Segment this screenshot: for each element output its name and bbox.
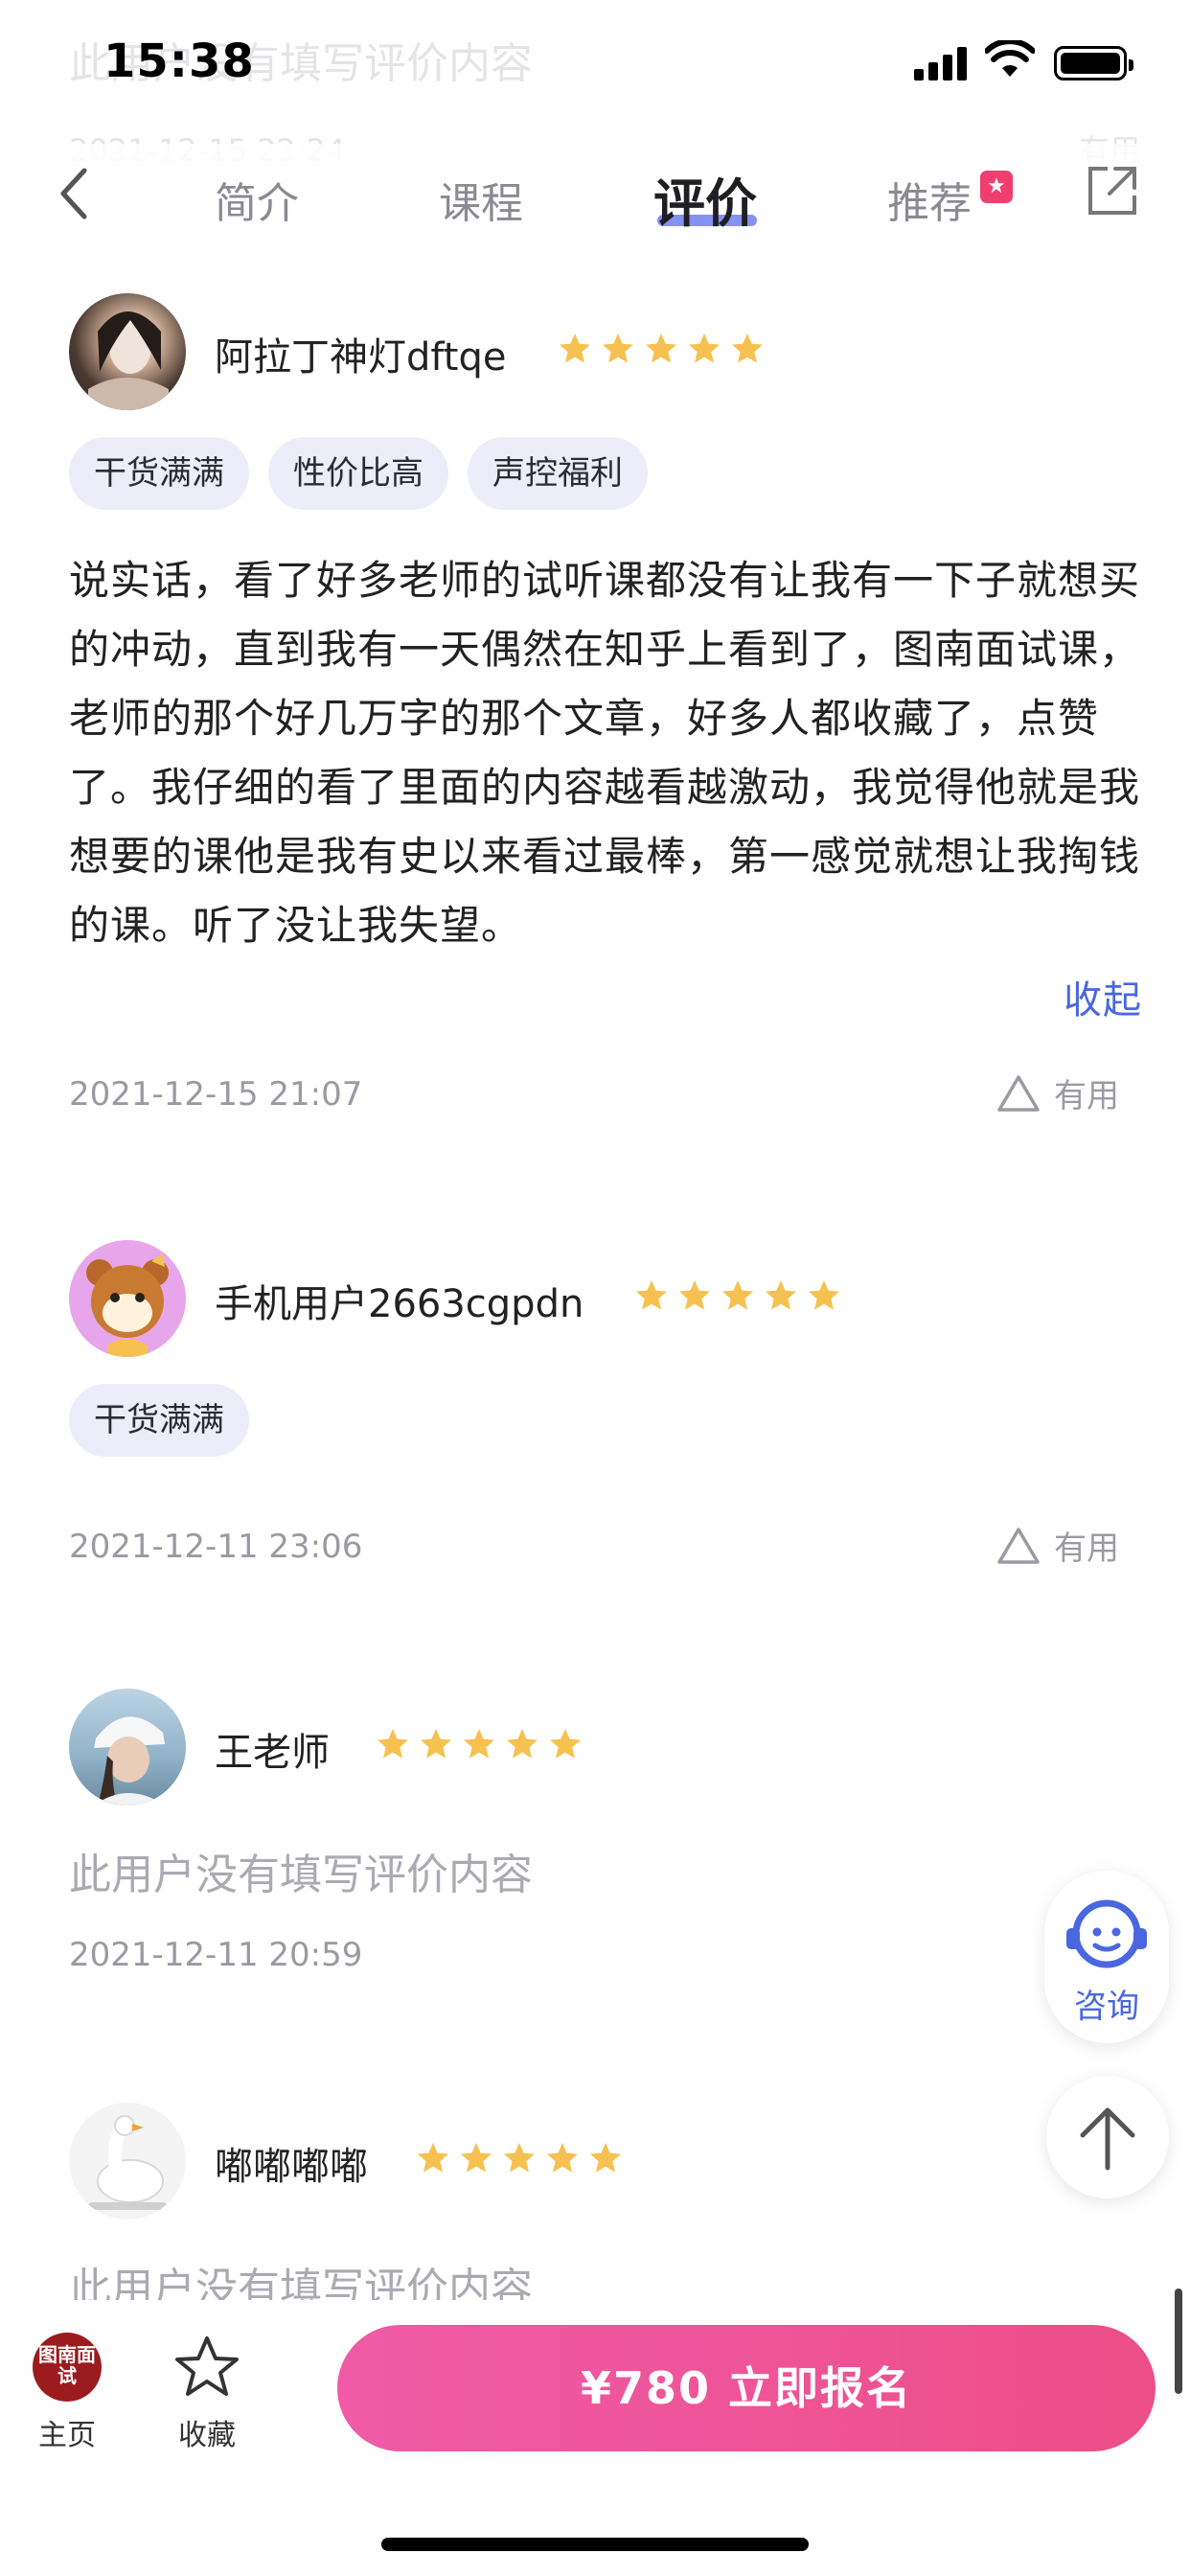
- useful-label: 有用: [1054, 1077, 1119, 1116]
- consult-button[interactable]: 咨询: [1044, 1871, 1169, 2043]
- recommend-star-badge-icon: ★: [980, 171, 1013, 203]
- status-bar: 15:38: [0, 0, 1190, 126]
- avatar[interactable]: [69, 2103, 186, 2220]
- star-icon: [560, 334, 590, 363]
- screen: 此用户没有填写评价内容 2021-12-15 22:24 有用 15:38 简介…: [0, 0, 1190, 2576]
- avatar[interactable]: [69, 1240, 186, 1357]
- star-icon: [547, 2143, 578, 2173]
- star-icon: [603, 334, 633, 363]
- consult-label: 咨询: [1074, 1988, 1139, 2026]
- review-tags: 干货满满: [69, 1384, 249, 1457]
- home-label: 主页: [38, 2419, 96, 2452]
- star-icon: [461, 2143, 492, 2173]
- reviewer-name: 阿拉丁神灯dftqe: [215, 335, 507, 380]
- reviewer-name: 手机用户2663cgpdn: [215, 1282, 584, 1326]
- useful-button[interactable]: 有用: [996, 1522, 1119, 1569]
- review-tag: 干货满满: [69, 1384, 249, 1457]
- header-tabs: 简介 课程 评价 推荐 ★: [0, 144, 1190, 259]
- home-button[interactable]: 图南面试 主页: [33, 2333, 102, 2453]
- reviewer-name: 嘟嘟嘟嘟: [215, 2145, 368, 2189]
- review-card: 嘟嘟嘟嘟 此用户没有填写评价内容: [23, 2062, 1167, 2300]
- status-time: 15:38: [103, 34, 255, 88]
- enroll-button[interactable]: ¥780 立即报名: [337, 2325, 1156, 2451]
- star-rating: [416, 2141, 623, 2175]
- cellular-signal-icon: [914, 46, 970, 80]
- star-icon: [809, 1280, 839, 1310]
- favorite-label: 收藏: [178, 2419, 236, 2452]
- triangle-icon: [997, 1074, 1040, 1112]
- star-icon: [421, 1729, 451, 1759]
- review-date: 2021-12-15 21:07: [69, 1075, 363, 1114]
- review-date: 2021-12-11 23:06: [69, 1528, 363, 1566]
- star-rating: [634, 1278, 841, 1313]
- review-content: 说实话，看了好多老师的试听课都没有让我有一下子就想买的冲动，直到我有一天偶然在知…: [69, 557, 1141, 949]
- battery-icon: [1054, 46, 1133, 80]
- tab-course[interactable]: 课程: [439, 169, 523, 230]
- avatar[interactable]: [69, 1689, 186, 1806]
- review-tags: 干货满满 性价比高 声控福利: [69, 437, 648, 510]
- wifi-icon: [985, 40, 1035, 77]
- star-icon: [689, 334, 720, 363]
- triangle-icon: [997, 1527, 1040, 1564]
- back-to-top-button[interactable]: [1046, 2076, 1169, 2198]
- favorite-button[interactable]: 收藏: [169, 2333, 245, 2453]
- star-icon: [732, 334, 763, 363]
- star-icon: [507, 1729, 538, 1759]
- customer-service-icon: [1066, 1899, 1147, 1968]
- tab-intro[interactable]: 简介: [215, 169, 299, 230]
- review-tag: 声控福利: [468, 437, 648, 510]
- review-content-block: 说实话，看了好多老师的试听课都没有让我有一下子就想买的冲动，直到我有一天偶然在知…: [69, 546, 1142, 1035]
- star-icon: [646, 334, 676, 363]
- star-rating: [376, 1727, 583, 1761]
- review-card: 阿拉丁神灯dftqe 干货满满 性价比高 声控福利 说实话，看了好多老师的试听课…: [23, 259, 1167, 1198]
- star-icon: [504, 2143, 535, 2173]
- star-outline-icon: [175, 2336, 239, 2396]
- empty-review-text: 此用户没有填写评价内容: [69, 2265, 533, 2300]
- star-icon: [679, 1280, 710, 1310]
- star-rating: [558, 332, 765, 366]
- empty-review-text: 此用户没有填写评价内容: [69, 1851, 533, 1899]
- star-icon: [590, 2143, 621, 2173]
- scrollbar[interactable]: [1175, 2288, 1182, 2394]
- star-icon: [766, 1280, 796, 1310]
- tab-reviews[interactable]: 评价: [653, 161, 757, 237]
- arrow-up-icon: [1080, 2107, 1135, 2171]
- review-card: 王老师 此用户没有填写评价内容 2021-12-11 20:59: [23, 1648, 1167, 2062]
- tab-recommend[interactable]: 推荐: [887, 169, 972, 230]
- review-tag: 干货满满: [69, 437, 249, 510]
- star-icon: [378, 1729, 408, 1759]
- share-icon[interactable]: [1085, 163, 1140, 218]
- avatar[interactable]: [69, 293, 186, 410]
- back-arrow-icon[interactable]: [56, 165, 94, 222]
- review-date: 2021-12-11 20:59: [69, 1936, 363, 1974]
- collapse-link[interactable]: 收起: [1064, 966, 1142, 1035]
- review-card: 手机用户2663cgpdn 干货满满 2021-12-11 23:06 有用: [23, 1198, 1167, 1648]
- useful-button[interactable]: 有用: [996, 1070, 1119, 1116]
- star-icon: [636, 1280, 667, 1310]
- bottom-bar: 图南面试 主页 收藏 ¥780 立即报名: [0, 2300, 1190, 2576]
- review-list: 阿拉丁神灯dftqe 干货满满 性价比高 声控福利 说实话，看了好多老师的试听课…: [23, 259, 1167, 2300]
- star-icon: [550, 1729, 581, 1759]
- review-tag: 性价比高: [268, 437, 448, 510]
- reviewer-name: 王老师: [215, 1731, 330, 1775]
- useful-label: 有用: [1054, 1530, 1119, 1568]
- star-icon: [418, 2143, 448, 2173]
- app-logo-icon: 图南面试: [33, 2333, 102, 2402]
- star-icon: [722, 1280, 753, 1310]
- home-indicator: [381, 2538, 809, 2551]
- star-icon: [464, 1729, 494, 1759]
